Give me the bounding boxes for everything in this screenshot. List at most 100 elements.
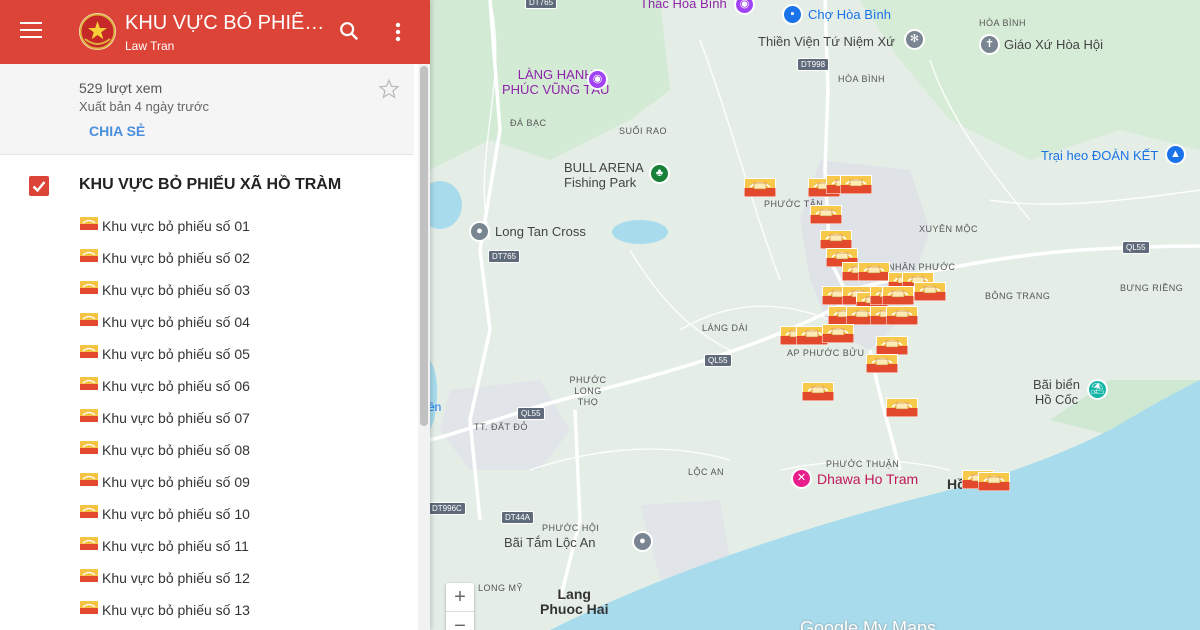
poi-label[interactable]: Bãi biển Hồ Cốc: [1033, 377, 1080, 407]
list-item-label: Khu vực bỏ phiếu số 07: [102, 410, 250, 426]
list-item[interactable]: Khu vực bỏ phiếu số 02: [0, 242, 414, 274]
flag-icon: [820, 230, 852, 249]
poi-label[interactable]: Chợ Hòa Bình: [808, 7, 891, 22]
polling-area-marker[interactable]: [978, 472, 1010, 491]
list-item[interactable]: Khu vực bỏ phiếu số 11: [0, 530, 414, 562]
flag-icon: [80, 441, 98, 454]
road-shield: DT765: [488, 250, 521, 263]
polling-area-marker[interactable]: [858, 262, 890, 281]
poi-label[interactable]: Thiền Viện Tứ Niệm Xứ: [758, 34, 895, 49]
polling-area-marker[interactable]: [802, 382, 834, 401]
list-item[interactable]: Khu vực bỏ phiếu số 07: [0, 402, 414, 434]
poi-label[interactable]: Trại heo ĐOÀN KẾT: [1041, 148, 1158, 163]
place-label: BÔNG TRANG: [985, 291, 1051, 301]
road-shield: DT765: [525, 0, 558, 9]
scrollbar-thumb[interactable]: [420, 66, 428, 426]
edge-label: ền: [430, 400, 442, 414]
list-item[interactable]: Khu vực bỏ phiếu số 01: [0, 210, 414, 242]
more-vert-icon[interactable]: [388, 20, 408, 44]
search-icon[interactable]: [338, 20, 360, 42]
polling-area-marker[interactable]: [886, 398, 918, 417]
restaurant-icon[interactable]: ✕: [791, 468, 812, 489]
list-item[interactable]: Khu vực bỏ phiếu số 12: [0, 562, 414, 594]
poi-label[interactable]: Bãi Tắm Lộc An: [504, 535, 596, 550]
polling-area-marker[interactable]: [810, 205, 842, 224]
flag-icon: [810, 205, 842, 224]
flag-icon: [840, 175, 872, 194]
list-item[interactable]: Khu vực bỏ phiếu số 13: [0, 594, 414, 626]
flag-icon: [978, 472, 1010, 491]
list-item[interactable]: Khu vực bỏ phiếu số 10: [0, 498, 414, 530]
road-shield: DT44A: [501, 511, 534, 524]
list-item-label: Khu vực bỏ phiếu số 12: [102, 570, 250, 586]
flag-icon: [802, 382, 834, 401]
layer-title: KHU VỰC BỎ PHIẾU XÃ HỒ TRÀM: [79, 176, 342, 193]
road-shield: DT996C: [430, 502, 466, 515]
star-icon[interactable]: [378, 78, 400, 100]
map-canvas[interactable]: HÒA BÌNH HÒA BÌNH ĐÁ BẠC SUỐI RAO PHƯỚC …: [430, 0, 1200, 630]
list-item-label: Khu vực bỏ phiếu số 09: [102, 474, 250, 490]
shop-icon[interactable]: ▲: [1165, 144, 1186, 165]
polling-area-marker[interactable]: [822, 324, 854, 343]
poi-label-line: Bãi biển: [1033, 377, 1080, 392]
zoom-out-button[interactable]: −: [446, 612, 474, 630]
polling-area-marker[interactable]: [744, 178, 776, 197]
flag-icon: [744, 178, 776, 197]
camera-icon[interactable]: ◉: [587, 69, 608, 90]
flag-icon: [80, 505, 98, 518]
list-item[interactable]: Khu vực bỏ phiếu số 04: [0, 306, 414, 338]
layer-checkbox[interactable]: [29, 176, 49, 196]
list-item-label: Khu vực bỏ phiếu số 03: [102, 282, 250, 298]
beach-icon[interactable]: ⛱: [1087, 379, 1108, 400]
flag-icon: [80, 313, 98, 326]
list-item[interactable]: Khu vực bỏ phiếu số 09: [0, 466, 414, 498]
landmark-icon[interactable]: ●: [469, 221, 490, 242]
list-item[interactable]: Khu vực bỏ phiếu số 06: [0, 370, 414, 402]
town-label-line: Phuoc Hai: [540, 601, 609, 617]
list-item[interactable]: Khu vực bỏ phiếu số 05: [0, 338, 414, 370]
list-item[interactable]: Khu vực bỏ phiếu số 08: [0, 434, 414, 466]
list-item-label: Khu vực bỏ phiếu số 13: [102, 602, 250, 618]
menu-icon[interactable]: [20, 22, 42, 42]
polling-area-marker[interactable]: [886, 306, 918, 325]
poi-label[interactable]: Giáo Xứ Hòa Hội: [1004, 37, 1103, 52]
place-label: HÒA BÌNH: [979, 18, 1027, 28]
poi-label[interactable]: Dhawa Ho Tram: [817, 471, 918, 487]
map-info-panel: 529 lượt xem Xuất bản 4 ngày trước CHIA …: [0, 64, 414, 155]
road-shield: DT998: [797, 58, 830, 71]
shopping-cart-icon[interactable]: ▪: [782, 4, 803, 25]
list-item-label: Khu vực bỏ phiếu số 08: [102, 442, 250, 458]
place-label: PHƯỚC LONG THỌ: [569, 375, 607, 407]
zoom-control: + −: [446, 583, 474, 630]
polling-area-marker[interactable]: [840, 175, 872, 194]
town-label: Lang Phuoc Hai: [540, 587, 608, 617]
monastery-icon[interactable]: ✻: [904, 29, 925, 50]
polling-area-marker[interactable]: [882, 286, 914, 305]
polling-area-marker[interactable]: [866, 354, 898, 373]
poi-label[interactable]: BULL ARENA Fishing Park: [564, 160, 644, 190]
poi-label[interactable]: Long Tan Cross: [495, 224, 586, 239]
list-item-label: Khu vực bỏ phiếu số 04: [102, 314, 250, 330]
poi-label[interactable]: Thác Hòa Bình: [640, 0, 727, 11]
place-label: LỘC AN: [688, 467, 725, 477]
place-label: HÒA BÌNH: [838, 74, 886, 84]
polling-area-list: Khu vực bỏ phiếu số 01 Khu vực bỏ phiếu s…: [0, 210, 414, 626]
place-label: ĐÁ BẠC: [510, 118, 547, 128]
polling-area-marker[interactable]: [914, 282, 946, 301]
landmark-icon[interactable]: ●: [632, 531, 653, 552]
park-icon[interactable]: ♣: [649, 163, 670, 184]
flag-icon: [80, 569, 98, 582]
polling-area-marker[interactable]: [876, 336, 908, 355]
emblem-logo: [79, 13, 116, 50]
flag-icon: [80, 473, 98, 486]
map-author: Law Tran: [125, 39, 175, 53]
share-button[interactable]: CHIA SẺ: [89, 123, 145, 139]
church-icon[interactable]: ✝: [979, 34, 1000, 55]
polling-area-marker[interactable]: [820, 230, 852, 249]
zoom-in-button[interactable]: +: [446, 583, 474, 612]
list-item[interactable]: Khu vực bỏ phiếu số 03: [0, 274, 414, 306]
poi-label-line: Fishing Park: [564, 175, 637, 190]
place-label: LONG MỸ: [478, 583, 524, 593]
place-label: NHÂN PHƯỚC: [888, 262, 956, 272]
place-label: XUYÊN MỘC: [919, 224, 979, 234]
